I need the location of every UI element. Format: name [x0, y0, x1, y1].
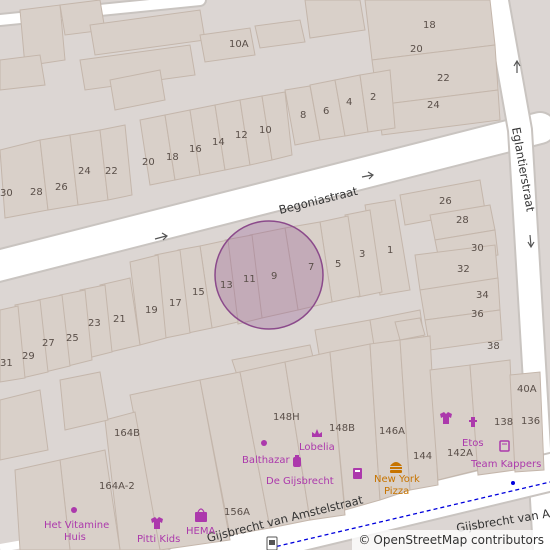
house-number: 24	[78, 166, 91, 177]
poi-label-pitti-kids[interactable]: Pitti Kids	[137, 534, 180, 545]
house-number: 28	[456, 215, 469, 226]
house-number: 11	[243, 274, 256, 285]
map-layer: Begoniastraat Eglantierstraat Gijsbrecht…	[0, 0, 550, 550]
house-number: 144	[413, 451, 432, 462]
copyright-icon: ©	[358, 533, 371, 547]
house-number: 24	[427, 100, 440, 111]
map-canvas[interactable]: Begoniastraat Eglantierstraat Gijsbrecht…	[0, 0, 550, 550]
map-attribution[interactable]: © OpenStreetMap contributors	[352, 530, 550, 550]
house-number: 5	[335, 259, 341, 270]
house-number: 136	[521, 416, 540, 427]
house-number: 25	[66, 333, 79, 344]
house-number: 138	[494, 417, 513, 428]
house-number: 30	[0, 188, 13, 199]
house-number: 4	[346, 97, 352, 108]
house-number: 2	[370, 92, 376, 103]
house-number: 13	[220, 280, 233, 291]
house-number: 164B	[114, 428, 140, 439]
house-number: 21	[113, 314, 126, 325]
house-number: 10A	[229, 39, 249, 50]
house-number: 27	[42, 338, 55, 349]
house-number: 6	[323, 106, 329, 117]
house-number: 148H	[273, 412, 300, 423]
house-number: 10	[259, 125, 272, 136]
house-number: 22	[437, 73, 450, 84]
house-number: 29	[22, 351, 35, 362]
house-number: 31	[0, 358, 13, 369]
house-number: 19	[145, 305, 158, 316]
poi-label-het-vitamine-huis-line1[interactable]: Het Vitamine	[44, 520, 109, 531]
poi-label-balthazar[interactable]: Balthazar	[242, 455, 291, 466]
bus-stop-icon	[266, 536, 278, 550]
poi-label-team-kappers[interactable]: Team Kappers	[470, 459, 541, 470]
house-number: 40A	[517, 384, 537, 395]
house-number: 26	[439, 196, 452, 207]
house-number: 16	[189, 144, 202, 155]
house-number: 156A	[224, 507, 250, 518]
poi-label-lobelia[interactable]: Lobelia	[299, 442, 335, 453]
house-number: 20	[410, 44, 423, 55]
house-number: 32	[457, 264, 470, 275]
house-number: 28	[30, 187, 43, 198]
house-number: 146A	[379, 426, 405, 437]
attribution-text[interactable]: OpenStreetMap contributors	[373, 533, 544, 547]
house-number: 26	[55, 182, 68, 193]
highlight-circle	[214, 220, 324, 330]
house-number: 18	[423, 20, 436, 31]
poi-label-de-gijsbrecht[interactable]: De Gijsbrecht	[266, 476, 334, 487]
poi-label-new-york-pizza-line2[interactable]: Pizza	[384, 486, 409, 497]
house-number: 148B	[329, 423, 355, 434]
house-number: 22	[105, 166, 118, 177]
house-number: 15	[192, 287, 205, 298]
house-number: 18	[166, 152, 179, 163]
house-number: 142A	[447, 448, 473, 459]
house-number: 38	[487, 341, 500, 352]
house-number: 30	[471, 243, 484, 254]
house-number: 3	[359, 249, 365, 260]
house-number: 23	[88, 318, 101, 329]
house-number: 12	[235, 130, 248, 141]
house-number: 17	[169, 298, 182, 309]
house-number: 36	[471, 309, 484, 320]
poi-label-het-vitamine-huis-line2[interactable]: Huis	[64, 532, 86, 543]
route-stop-icon	[511, 481, 515, 485]
house-number: 8	[300, 110, 306, 121]
house-number: 34	[476, 290, 489, 301]
dot-icon	[71, 507, 77, 513]
house-number: 1	[387, 245, 393, 256]
house-number: 7	[308, 262, 314, 273]
poi-label-etos[interactable]: Etos	[462, 438, 484, 449]
cosmetics-icon	[353, 468, 362, 479]
poi-label-new-york-pizza-line1[interactable]: New York	[374, 474, 420, 485]
house-number: 164A-2	[99, 481, 135, 492]
house-number: 14	[212, 137, 225, 148]
house-number: 20	[142, 157, 155, 168]
house-number: 9	[271, 271, 277, 282]
poi-label-hema[interactable]: HEMA	[186, 526, 215, 537]
dot-icon	[261, 440, 267, 446]
